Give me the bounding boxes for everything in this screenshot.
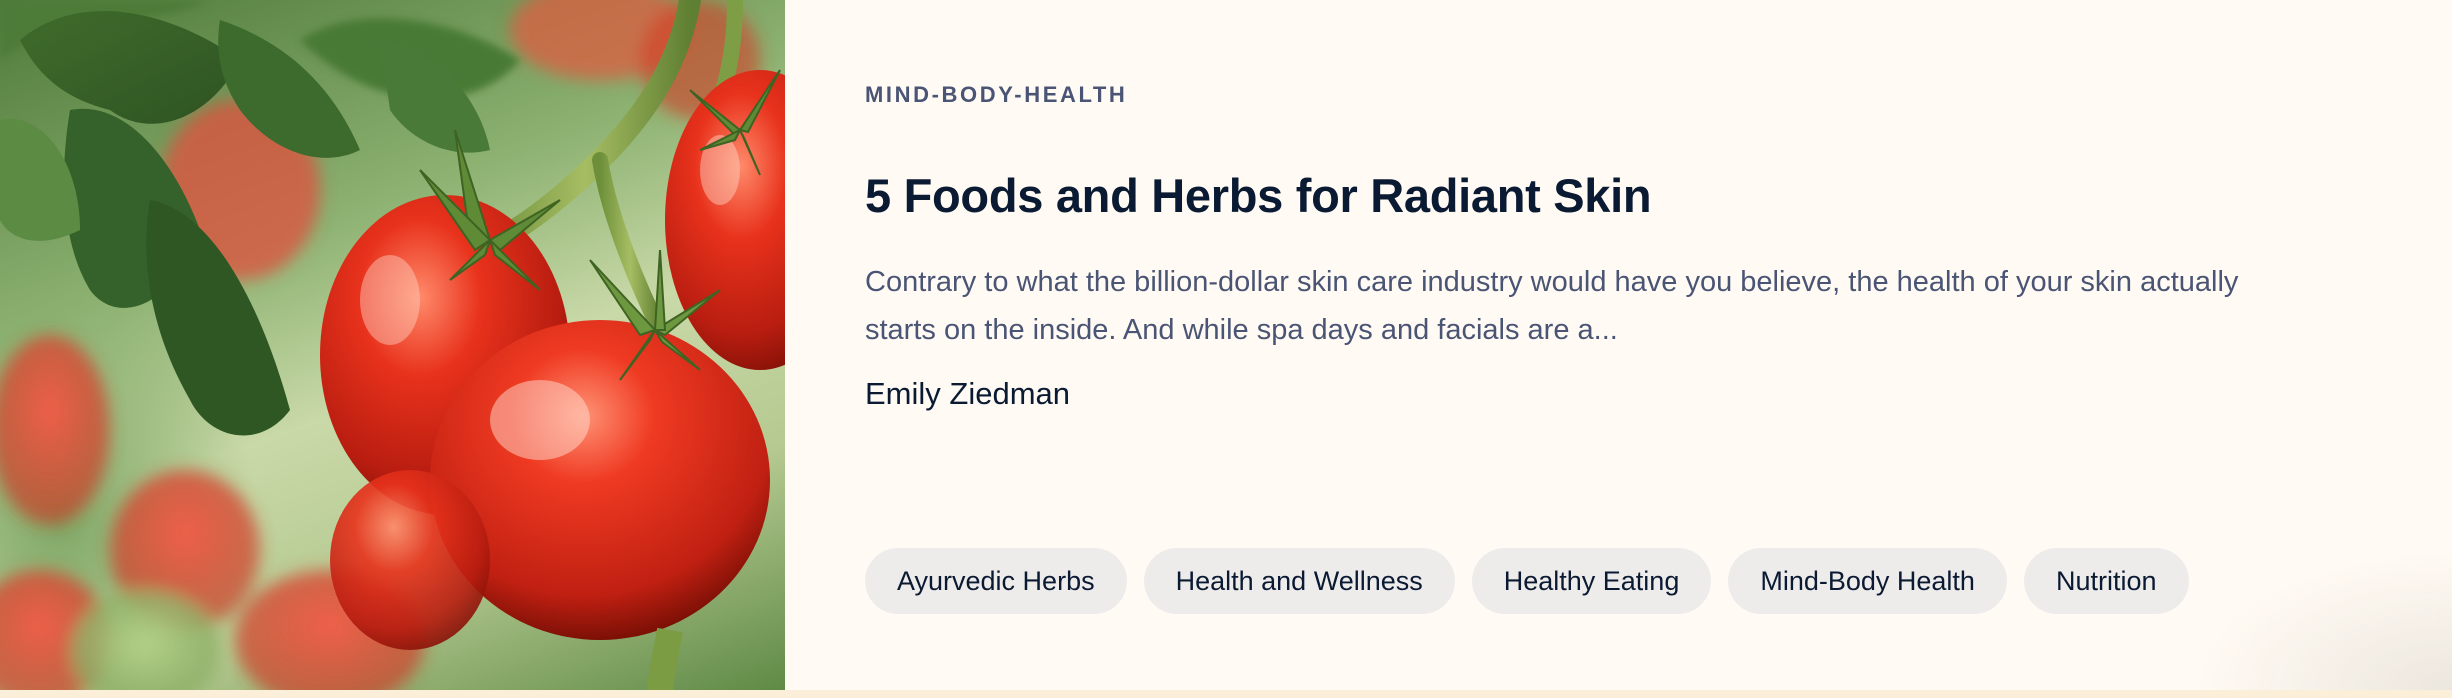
tag-mind-body-health[interactable]: Mind-Body Health — [1728, 548, 2007, 614]
tag-ayurvedic-herbs[interactable]: Ayurvedic Herbs — [865, 548, 1127, 614]
tag-healthy-eating[interactable]: Healthy Eating — [1471, 548, 1712, 614]
article-excerpt: Contrary to what the billion-dollar skin… — [865, 266, 2239, 346]
tag-list: Ayurvedic Herbs Health and Wellness Heal… — [865, 548, 2189, 614]
tag-health-and-wellness[interactable]: Health and Wellness — [1143, 548, 1455, 614]
article-title[interactable]: 5 Foods and Herbs for Radiant Skin — [865, 168, 2452, 224]
tomatoes-photo — [0, 0, 785, 690]
article-hero-image[interactable] — [0, 0, 785, 690]
card-bottom-border — [0, 690, 2452, 698]
article-author[interactable]: Emily Ziedman — [865, 374, 2452, 414]
article-content: MIND-BODY-HEALTH 5 Foods and Herbs for R… — [785, 0, 2452, 690]
article-category[interactable]: MIND-BODY-HEALTH — [865, 84, 2452, 106]
tag-nutrition[interactable]: Nutrition — [2023, 548, 2189, 614]
article-card[interactable]: MIND-BODY-HEALTH 5 Foods and Herbs for R… — [0, 0, 2452, 690]
